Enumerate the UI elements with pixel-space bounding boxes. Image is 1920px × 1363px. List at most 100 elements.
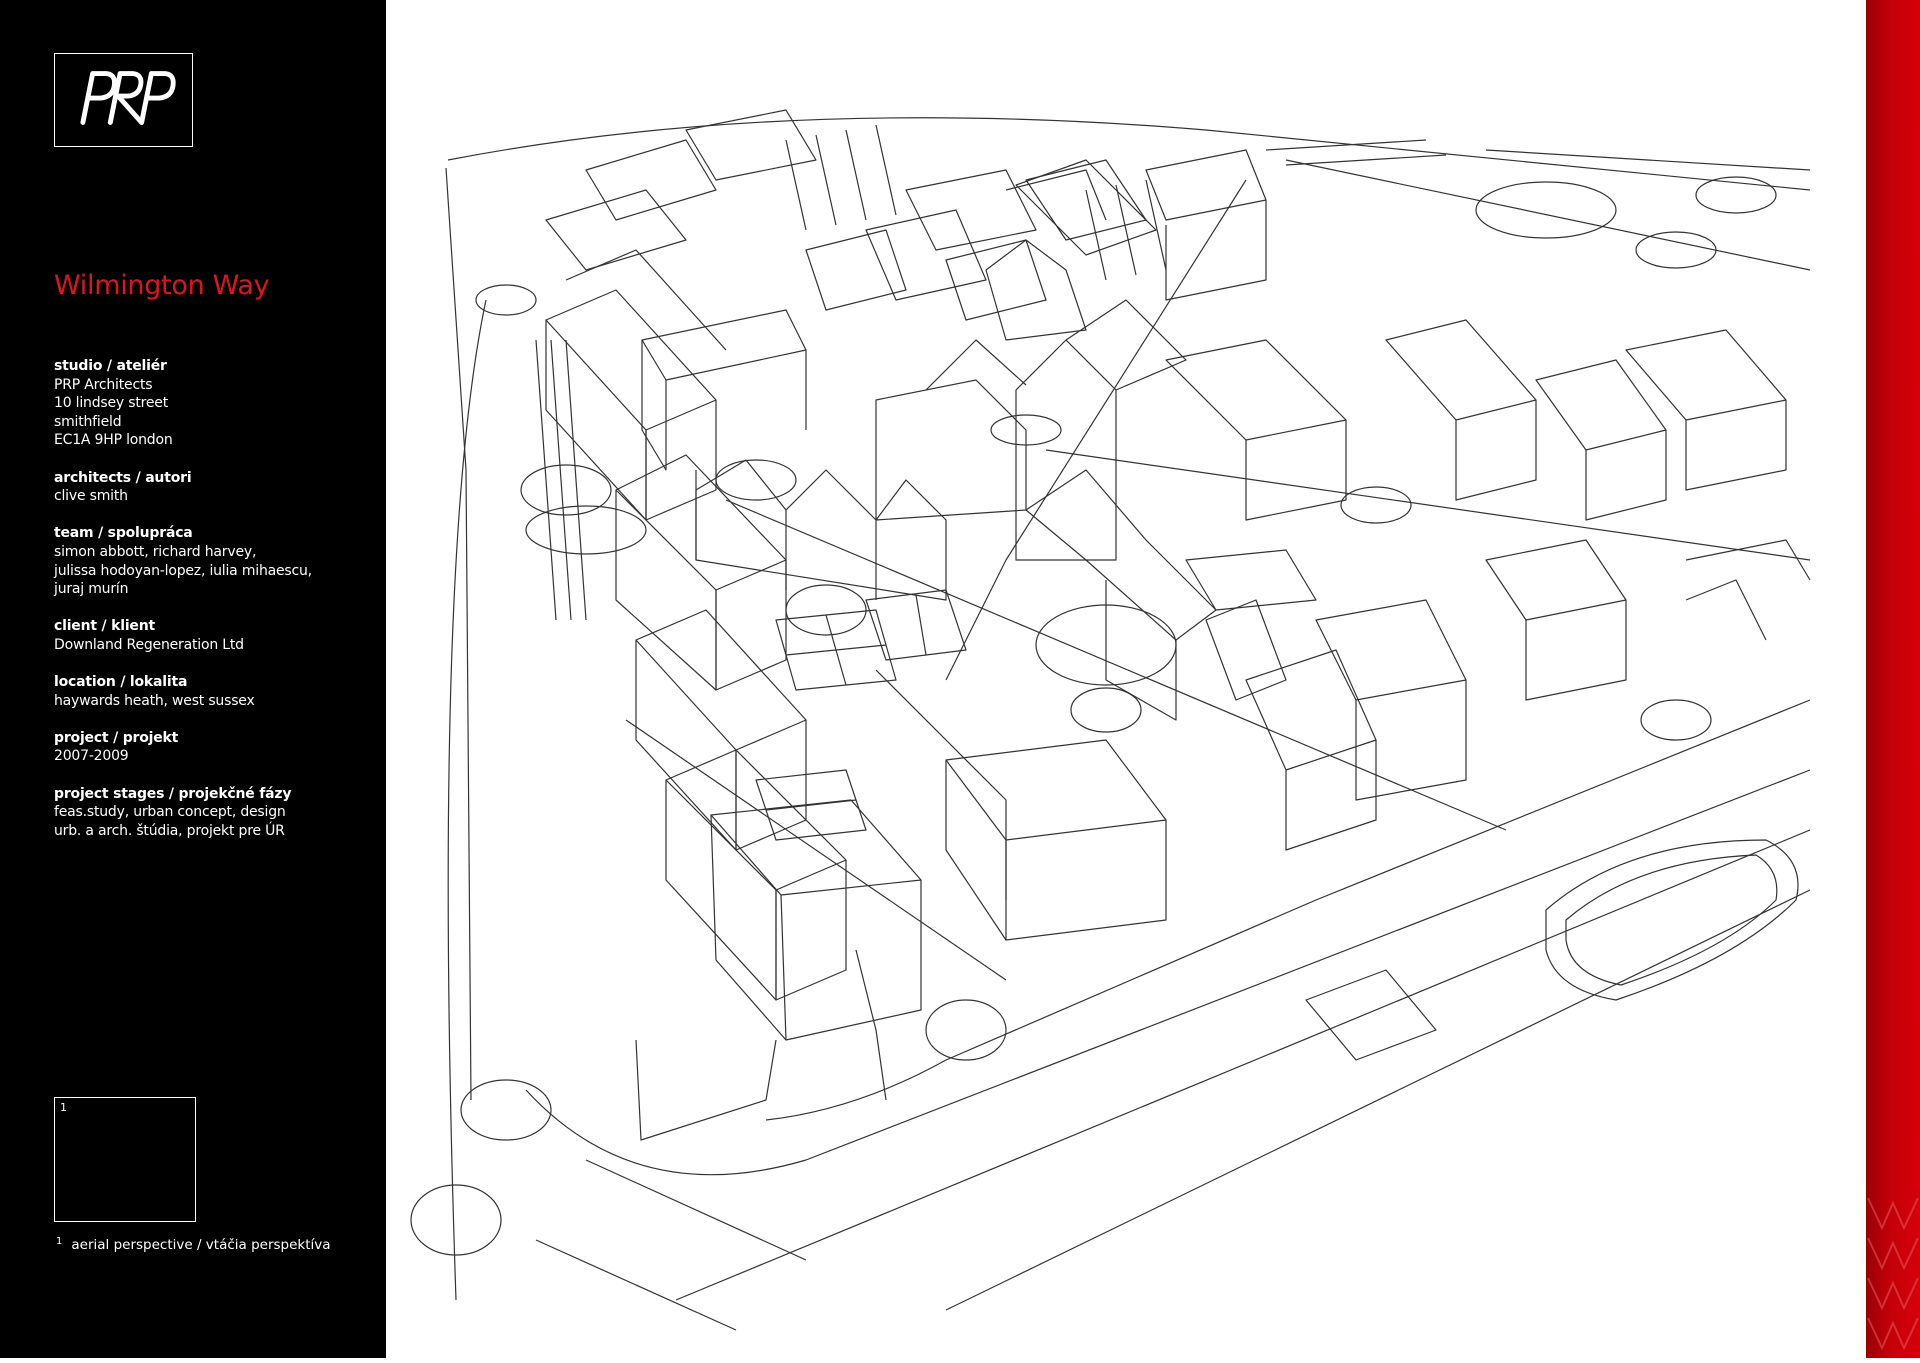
building <box>665 749 847 891</box>
facade-detail <box>535 339 587 621</box>
tree-circle <box>1640 699 1712 741</box>
building-wall <box>641 340 807 471</box>
info-label: project / projekt <box>54 729 179 746</box>
building-roof <box>905 169 1037 251</box>
info-label: team / spolupráca <box>54 525 193 542</box>
info-line: 10 lindsey street <box>54 395 168 412</box>
building-wall <box>715 560 787 691</box>
building-roof <box>1625 329 1787 421</box>
info-label: studio / ateliér <box>54 358 167 374</box>
building-roof <box>1025 159 1147 241</box>
road-marking <box>535 1159 807 1331</box>
street-edge <box>1045 449 1811 561</box>
building-roof <box>945 239 1047 321</box>
parking-bays <box>1185 549 1317 611</box>
terrain-line <box>1485 149 1811 171</box>
caption-number: 1 <box>56 1236 63 1247</box>
info-line: clive smith <box>54 488 128 505</box>
landscape-feature <box>1305 969 1437 1061</box>
road-edge <box>445 167 472 1101</box>
parking-bays <box>755 769 867 841</box>
landscape-feature <box>1685 579 1767 641</box>
building-roof <box>1385 319 1537 421</box>
building-roof <box>1145 149 1267 221</box>
info-client: client / klient Downland Regeneration Lt… <box>54 617 374 654</box>
terrace-roofs <box>695 459 947 601</box>
tree-circle <box>715 459 797 501</box>
info-line: EC1A 9HP london <box>54 432 173 449</box>
aerial-perspective-drawing <box>386 0 1866 1358</box>
facade-detail <box>785 124 897 231</box>
tree-circle <box>1475 181 1617 239</box>
building-roof <box>1685 539 1811 581</box>
info-line: PRP Architects <box>54 376 153 393</box>
building <box>875 379 1027 521</box>
building-wall <box>1685 400 1787 491</box>
image-caption: 1 aerial perspective / vtáčia perspektíva <box>56 1236 331 1253</box>
building-roof <box>1485 539 1627 621</box>
terrain-line <box>447 117 1811 191</box>
building-roof <box>565 249 727 351</box>
building-roof <box>1015 159 1157 256</box>
stair <box>855 949 887 1101</box>
building-wall <box>1105 580 1177 721</box>
building-roof <box>1065 299 1187 391</box>
info-project: project / projekt 2007-2009 <box>54 729 374 766</box>
building <box>985 239 1087 341</box>
building-wall <box>945 760 1007 941</box>
project-title: Wilmington Way <box>54 270 270 301</box>
tree-circle <box>460 1079 552 1141</box>
info-label: client / klient <box>54 618 155 635</box>
thumbnail-number: 1 <box>60 1101 67 1114</box>
building <box>635 609 807 751</box>
street-edge <box>625 719 1007 981</box>
building-wall <box>645 400 717 521</box>
info-line: smithfield <box>54 413 122 430</box>
building-wall <box>1355 680 1467 801</box>
tree-circle <box>1340 486 1412 524</box>
red-side-band <box>1866 0 1920 1358</box>
street-edge <box>765 699 1811 1121</box>
info-architects: architects / autori clive smith <box>54 469 374 506</box>
info-label: project stages / projekčné fázy <box>54 785 292 802</box>
sidebar: Wilmington Way studio / ateliér PRP Arch… <box>0 0 386 1358</box>
building-roof <box>1165 339 1347 441</box>
building-wall <box>1455 400 1537 501</box>
road-curve <box>447 299 487 1301</box>
parking-bays <box>775 609 897 691</box>
info-line: urb. a arch. štúdia, projekt pre ÚR <box>54 822 285 839</box>
info-line: 2007-2009 <box>54 748 129 765</box>
building-wall <box>775 860 847 1001</box>
prp-logo-mark <box>80 71 176 125</box>
info-label: location / lokalita <box>54 674 188 691</box>
project-info: studio / ateliér PRP Architects 10 linds… <box>54 357 374 859</box>
prp-logo <box>54 53 193 147</box>
site-linework <box>410 109 1811 1331</box>
building-wall <box>780 880 922 1041</box>
building-wall <box>1165 200 1267 301</box>
tree-circle <box>475 284 537 316</box>
pond <box>1545 839 1799 1001</box>
info-line: julissa hodoyan-lopez, iulia mihaescu, <box>54 562 312 579</box>
building-wall <box>710 814 787 1041</box>
info-location: location / lokalita haywards heath, west… <box>54 673 374 710</box>
tree-circle <box>1635 231 1717 269</box>
building-roof <box>945 739 1167 841</box>
chevron-pattern <box>1867 1197 1919 1351</box>
info-stages: project stages / projekčné fázy feas.stu… <box>54 785 374 841</box>
info-studio: studio / ateliér PRP Architects 10 linds… <box>54 357 374 450</box>
building <box>1015 339 1117 561</box>
building-roof <box>585 139 717 221</box>
info-line: haywards heath, west sussex <box>54 692 255 709</box>
info-line: simon abbott, richard harvey, <box>54 543 257 560</box>
parking-bays <box>865 589 967 661</box>
street-edge <box>1285 159 1811 271</box>
building-wall <box>1245 420 1347 521</box>
building-roof <box>1205 599 1287 701</box>
info-line: feas.study, urban concept, design <box>54 804 286 821</box>
path <box>875 669 1007 900</box>
building-wall <box>1005 820 1167 941</box>
terrace-walls <box>695 470 877 600</box>
building-ground <box>635 1039 777 1141</box>
info-line: juraj murín <box>54 581 129 598</box>
